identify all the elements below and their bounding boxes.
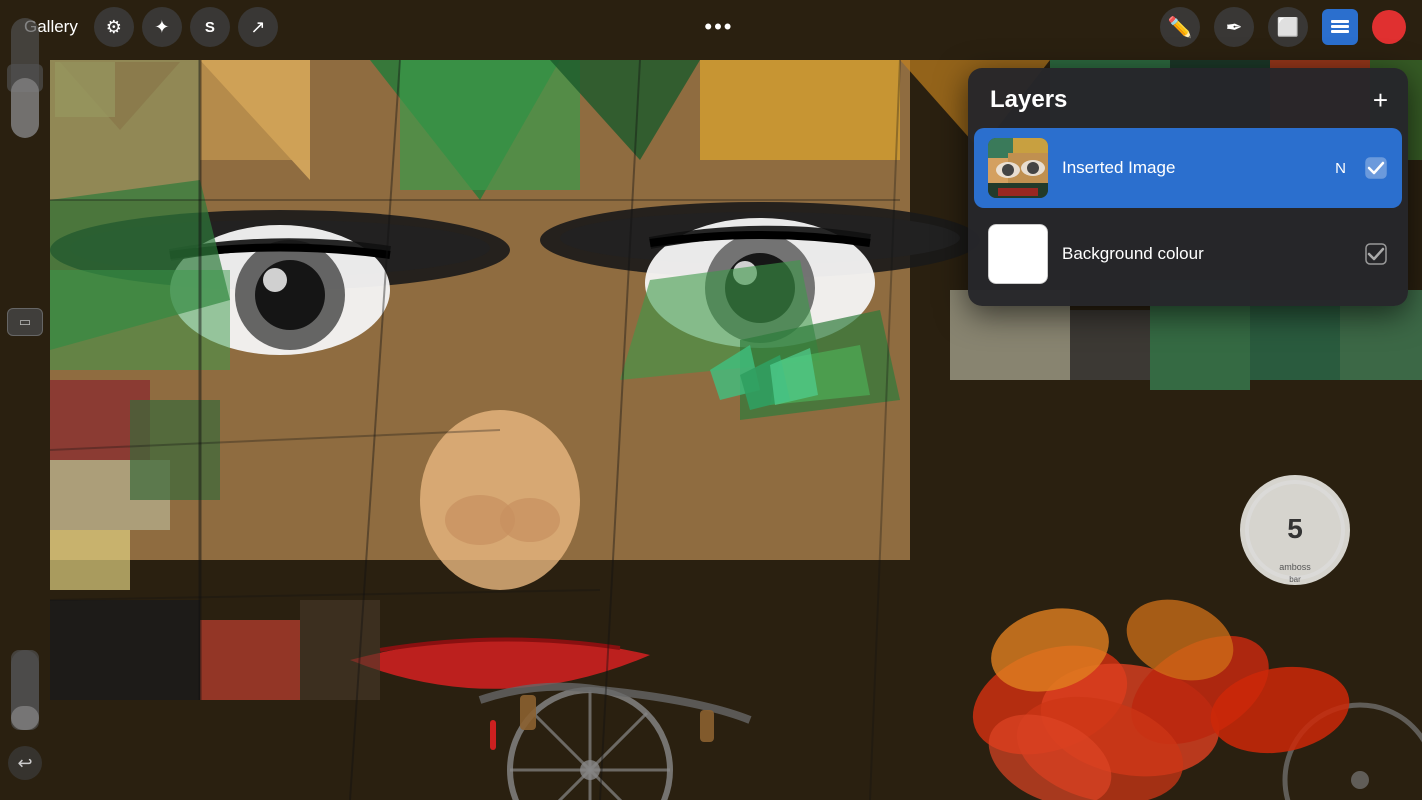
brush-icon: ✏️ (1168, 15, 1193, 40)
svg-text:amboss: amboss (1279, 562, 1311, 572)
add-layer-button[interactable]: + (1373, 87, 1388, 113)
top-bar: Gallery ⚙ ✦ S ↗ ••• ✏️ ✒ ⬜ (0, 0, 1422, 54)
smudge-icon: ✒ (1226, 15, 1243, 40)
panel-bottom-padding (968, 298, 1408, 306)
smudge-button[interactable]: ✒ (1214, 7, 1254, 47)
magic-button[interactable]: ✦ (142, 7, 182, 47)
layers-panel: Layers + Inserted Image N (968, 68, 1408, 306)
background-white-preview (988, 224, 1048, 284)
brush-button[interactable]: ✏️ (1160, 7, 1200, 47)
layer-info-background-colour: Background colour (1062, 244, 1350, 264)
layer-info-inserted-image: Inserted Image (1062, 158, 1321, 178)
top-bar-right: ✏️ ✒ ⬜ (1160, 7, 1406, 47)
checkbox-checked-gray-icon (1365, 243, 1387, 265)
eraser-button[interactable]: ⬜ (1268, 7, 1308, 47)
layer-item-inserted-image[interactable]: Inserted Image N (974, 128, 1402, 208)
wrench-icon: ⚙ (106, 17, 122, 38)
layers-title: Layers (990, 86, 1067, 114)
wrench-button[interactable]: ⚙ (94, 7, 134, 47)
layers-button[interactable] (1322, 9, 1358, 45)
layer-visibility-inserted-image[interactable] (1364, 156, 1388, 180)
selection-button[interactable]: S (190, 7, 230, 47)
transform-side-icon: ▭ (19, 314, 31, 330)
layer-name-inserted-image: Inserted Image (1062, 158, 1321, 178)
layer-visibility-background-colour[interactable] (1364, 242, 1388, 266)
top-bar-center: ••• (704, 14, 733, 40)
undo-icon: ↩ (17, 753, 32, 774)
layer-thumbnail-background-colour (988, 224, 1048, 284)
magic-icon: ✦ (154, 17, 169, 38)
color-picker-button[interactable] (1372, 10, 1406, 44)
left-toolbar: ▭ ↩ (0, 54, 50, 800)
layers-stack-icon (1329, 16, 1351, 38)
dots-icon: ••• (704, 14, 733, 39)
eraser-icon: ⬜ (1277, 17, 1299, 38)
opacity-slider[interactable] (7, 64, 43, 92)
more-options-button[interactable]: ••• (704, 14, 733, 40)
undo-button[interactable]: ↩ (8, 746, 42, 780)
svg-text:5: 5 (1287, 513, 1303, 544)
checkbox-checked-icon (1365, 157, 1387, 179)
layer-item-background-colour[interactable]: Background colour (974, 214, 1402, 294)
selection-icon: S (205, 19, 215, 36)
svg-text:bar: bar (1289, 575, 1301, 584)
size-slider[interactable] (11, 650, 39, 730)
transform-button[interactable]: ↗ (238, 7, 278, 47)
layer-name-background-colour: Background colour (1062, 244, 1350, 264)
layer-thumbnail-inserted-image (988, 138, 1048, 198)
transform-side-button[interactable]: ▭ (7, 308, 43, 336)
layer-mode-badge: N (1335, 160, 1346, 177)
transform-icon: ↗ (250, 17, 265, 38)
layers-header: Layers + (968, 68, 1408, 128)
top-bar-left: Gallery ⚙ ✦ S ↗ (16, 7, 278, 47)
